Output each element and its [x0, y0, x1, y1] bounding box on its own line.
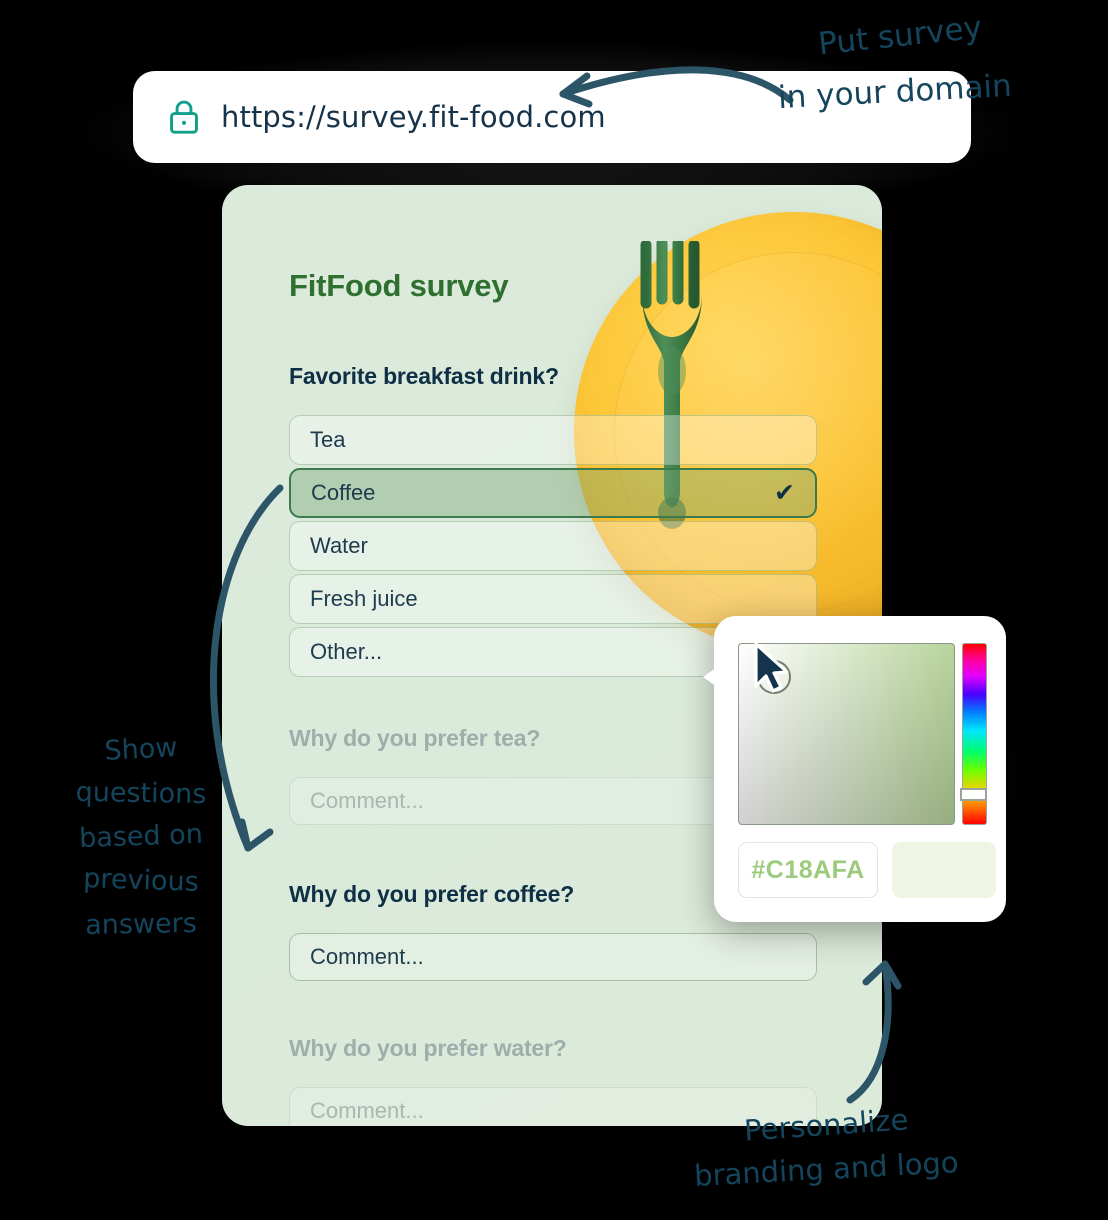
placeholder-text: Comment...: [310, 788, 424, 813]
question-1-label: Favorite breakfast drink?: [289, 363, 559, 389]
placeholder-text: Comment...: [310, 944, 424, 969]
color-picker-popup: #C18AFA: [714, 616, 1006, 922]
annotation-logic-line5: answers: [84, 907, 198, 941]
followup-coffee-label: Why do you prefer coffee?: [289, 881, 575, 907]
option-tea[interactable]: Tea: [289, 415, 817, 465]
hex-value-input[interactable]: #C18AFA: [738, 842, 878, 898]
page-title: FitFood survey: [289, 268, 509, 303]
mouse-cursor-icon: [754, 642, 789, 693]
followup-water-input[interactable]: Comment...: [289, 1087, 817, 1126]
arrow-branding-curve: [846, 960, 902, 1104]
option-label: Other...: [310, 639, 383, 664]
option-label: Fresh juice: [310, 586, 418, 611]
hue-slider-handle[interactable]: [960, 788, 987, 801]
lock-icon: [170, 100, 198, 134]
option-coffee[interactable]: Coffee ✔: [289, 468, 817, 518]
placeholder-text: Comment...: [310, 1098, 424, 1123]
option-water[interactable]: Water: [289, 521, 817, 571]
option-label: Water: [310, 533, 368, 558]
option-label: Tea: [310, 427, 346, 452]
color-preview-swatch: [892, 842, 996, 898]
followup-water-label: Why do you prefer water?: [289, 1035, 567, 1061]
followup-tea-label: Why do you prefer tea?: [289, 725, 541, 751]
annotation-branding-line2: branding and logo: [693, 1145, 960, 1193]
arrow-to-url-bar: [559, 66, 794, 108]
arrow-logic-curve: [209, 484, 284, 852]
check-icon: ✔: [774, 478, 795, 507]
option-label: Coffee: [311, 480, 376, 505]
